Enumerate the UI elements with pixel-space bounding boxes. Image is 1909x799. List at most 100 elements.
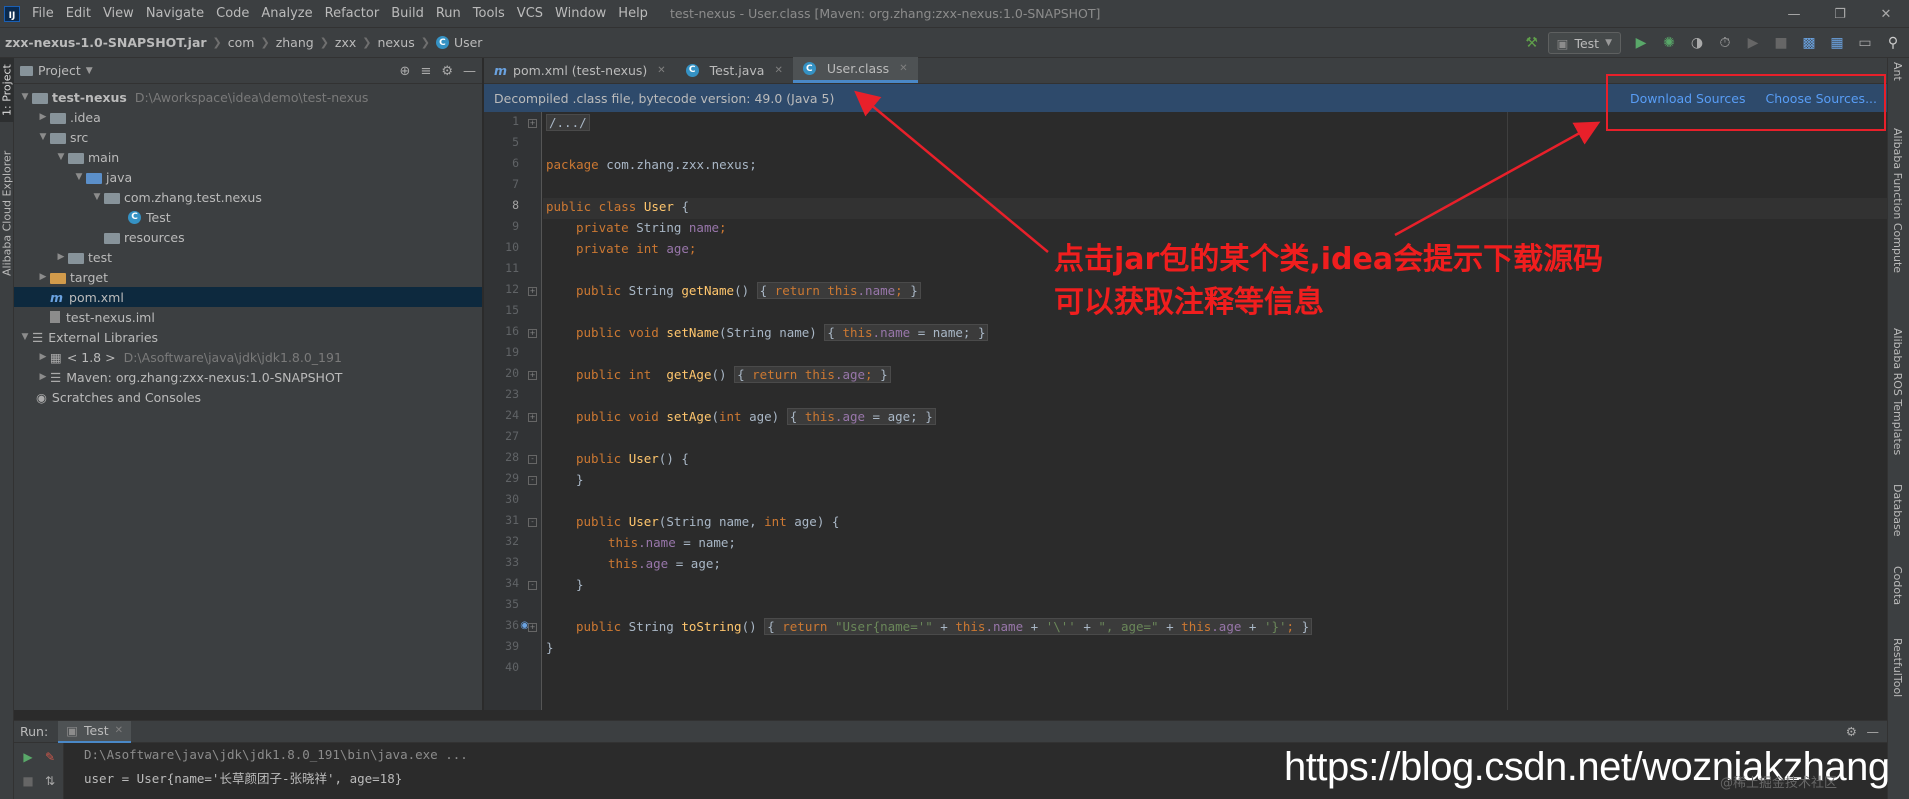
window-layout-icon[interactable]: ▭	[1853, 31, 1877, 55]
menu-tools[interactable]: Tools	[467, 6, 511, 21]
gear-icon[interactable]: ⚙	[1846, 724, 1857, 739]
rerun-icon[interactable]: ▶	[20, 749, 36, 765]
class-icon: C	[435, 36, 449, 49]
tool-tab-alibaba-function-compute[interactable]: Alibaba Function Compute	[1891, 128, 1904, 273]
tree-item-package[interactable]: ▼ com.zhang.test.nexus	[14, 187, 482, 207]
fold-marker-icon[interactable]: +	[528, 119, 537, 128]
hide-icon[interactable]: —	[463, 64, 476, 79]
tab-pom-xml[interactable]: m pom.xml (test-nexus) ✕	[484, 57, 676, 83]
breadcrumb-zhang[interactable]: zhang	[276, 35, 314, 50]
menu-window[interactable]: Window	[549, 6, 612, 21]
code-text: age)	[786, 514, 825, 529]
menu-view[interactable]: View	[97, 6, 140, 21]
tree-item-jdk[interactable]: ▶ ▦ < 1.8 > D:\Asoftware\java\jdk\jdk1.8…	[14, 347, 482, 367]
menu-edit[interactable]: Edit	[60, 6, 97, 21]
close-icon[interactable]: ✕	[1863, 0, 1909, 28]
tree-item-iml[interactable]: test-nexus.iml	[14, 307, 482, 327]
folded-region[interactable]: { this.age = age; }	[786, 408, 936, 425]
tree-item-test[interactable]: ▶ test	[14, 247, 482, 267]
coverage-icon[interactable]: ◑	[1685, 31, 1709, 55]
fold-marker-icon[interactable]: +	[528, 623, 537, 632]
folded-region[interactable]: /.../	[546, 114, 590, 131]
menu-refactor[interactable]: Refactor	[319, 6, 386, 21]
locate-icon[interactable]: ⊕	[400, 64, 411, 79]
tree-item-idea[interactable]: ▶ .idea	[14, 107, 482, 127]
tab-test-java[interactable]: C Test.java ✕	[676, 57, 793, 83]
tree-item-test-nexus[interactable]: ▼ test-nexus D:\Aworkspace\idea\demo\tes…	[14, 87, 482, 107]
translate-icon[interactable]: ▦	[1825, 31, 1849, 55]
sort-icon[interactable]: ⇅	[42, 773, 58, 789]
fold-marker-icon[interactable]: +	[528, 413, 537, 422]
fold-marker-icon[interactable]: -	[528, 476, 537, 485]
menu-analyze[interactable]: Analyze	[255, 6, 318, 21]
fold-marker-icon[interactable]: +	[528, 371, 537, 380]
rerun-icon[interactable]: ▶	[1741, 31, 1765, 55]
close-tab-icon[interactable]: ✕	[115, 725, 123, 736]
run-icon[interactable]: ▶	[1629, 31, 1653, 55]
menu-build[interactable]: Build	[385, 6, 430, 21]
breadcrumb-nexus[interactable]: nexus	[378, 35, 415, 50]
tree-item-resources[interactable]: resources	[14, 227, 482, 247]
tree-item-scratches[interactable]: ◉ Scratches and Consoles	[14, 387, 482, 407]
run-tab-test[interactable]: ▣ Test ✕	[58, 720, 132, 743]
collapse-all-icon[interactable]: ≡	[420, 64, 431, 79]
fold-marker-icon[interactable]: -	[528, 455, 537, 464]
line-number: 32	[505, 534, 519, 548]
restore-icon[interactable]: ❐	[1817, 0, 1863, 28]
close-tab-icon[interactable]: ✕	[899, 63, 907, 74]
tab-user-class[interactable]: C User.class ✕	[792, 57, 918, 83]
edit-config-icon[interactable]: ✎	[42, 749, 58, 765]
tool-tab-restfultool[interactable]: RestfulTool	[1891, 638, 1904, 697]
stop-icon[interactable]: ■	[20, 773, 36, 789]
tool-tab-alibaba-ros-templates[interactable]: Alibaba ROS Templates	[1891, 328, 1904, 455]
tree-item-target[interactable]: ▶ target	[14, 267, 482, 287]
tree-item-test-class[interactable]: C Test	[14, 207, 482, 227]
stop-icon[interactable]: ■	[1769, 31, 1793, 55]
tool-tab-database[interactable]: Database	[1891, 484, 1904, 537]
code-editor[interactable]: /.../ package com.zhang.zxx.nexus; publi…	[543, 112, 1887, 710]
tree-item-src[interactable]: ▼ src	[14, 127, 482, 147]
breadcrumb-jar[interactable]: zxx-nexus-1.0-SNAPSHOT.jar	[5, 35, 207, 50]
chevron-down-icon[interactable]: ▼	[86, 66, 93, 76]
menu-vcs[interactable]: VCS	[511, 6, 549, 21]
profile-icon[interactable]: ⏱	[1713, 31, 1737, 55]
fold-marker-icon[interactable]: -	[528, 518, 537, 527]
folded-region[interactable]: { this.name = name; }	[824, 324, 989, 341]
config-icon: ▣	[1556, 35, 1569, 51]
tree-item-java[interactable]: ▼ java	[14, 167, 482, 187]
project-structure-icon[interactable]: ▩	[1797, 31, 1821, 55]
build-hammer-icon[interactable]: ⚒	[1520, 31, 1544, 55]
folded-region[interactable]: { return "User{name='" + this.name + '\'…	[764, 618, 1313, 635]
search-icon[interactable]: ⚲	[1881, 31, 1905, 55]
breadcrumb-com[interactable]: com	[228, 35, 255, 50]
tool-tab-alibaba-cloud-explorer[interactable]: Alibaba Cloud Explorer	[0, 128, 14, 298]
minimize-icon[interactable]: —	[1771, 0, 1817, 28]
fold-marker-icon[interactable]: +	[528, 329, 537, 338]
menu-code[interactable]: Code	[210, 6, 255, 21]
close-tab-icon[interactable]: ✕	[657, 65, 665, 76]
fold-marker-icon[interactable]: +	[528, 287, 537, 296]
hide-icon[interactable]: —	[1867, 724, 1880, 739]
close-tab-icon[interactable]: ✕	[774, 65, 782, 76]
breadcrumb-zxx[interactable]: zxx	[335, 35, 356, 50]
breadcrumb-user[interactable]: User	[454, 35, 483, 50]
menu-help[interactable]: Help	[612, 6, 654, 21]
tree-item-external-libraries[interactable]: ▼ ☰ External Libraries	[14, 327, 482, 347]
project-view-selector[interactable]: Project	[38, 63, 81, 78]
menu-navigate[interactable]: Navigate	[140, 6, 210, 21]
run-configuration-select[interactable]: ▣ Test ▼	[1547, 32, 1621, 54]
fold-marker-icon[interactable]: -	[528, 581, 537, 590]
tool-tab-codota[interactable]: Codota	[1891, 566, 1904, 605]
folder-icon	[20, 65, 33, 76]
menu-run[interactable]: Run	[430, 6, 467, 21]
tool-tab-ant[interactable]: Ant	[1891, 62, 1904, 81]
gear-icon[interactable]: ⚙	[441, 64, 453, 79]
folded-region[interactable]: { return this.name; }	[756, 282, 921, 299]
debug-icon[interactable]: ✺	[1657, 31, 1681, 55]
tool-tab-project[interactable]: 1: Project	[0, 58, 14, 122]
tree-item-main[interactable]: ▼ main	[14, 147, 482, 167]
menu-file[interactable]: File	[26, 6, 60, 21]
tree-item-pom[interactable]: m pom.xml	[14, 287, 482, 307]
folded-region[interactable]: { return this.age; }	[734, 366, 891, 383]
tree-item-maven-lib[interactable]: ▶ ☰ Maven: org.zhang:zxx-nexus:1.0-SNAPS…	[14, 367, 482, 387]
